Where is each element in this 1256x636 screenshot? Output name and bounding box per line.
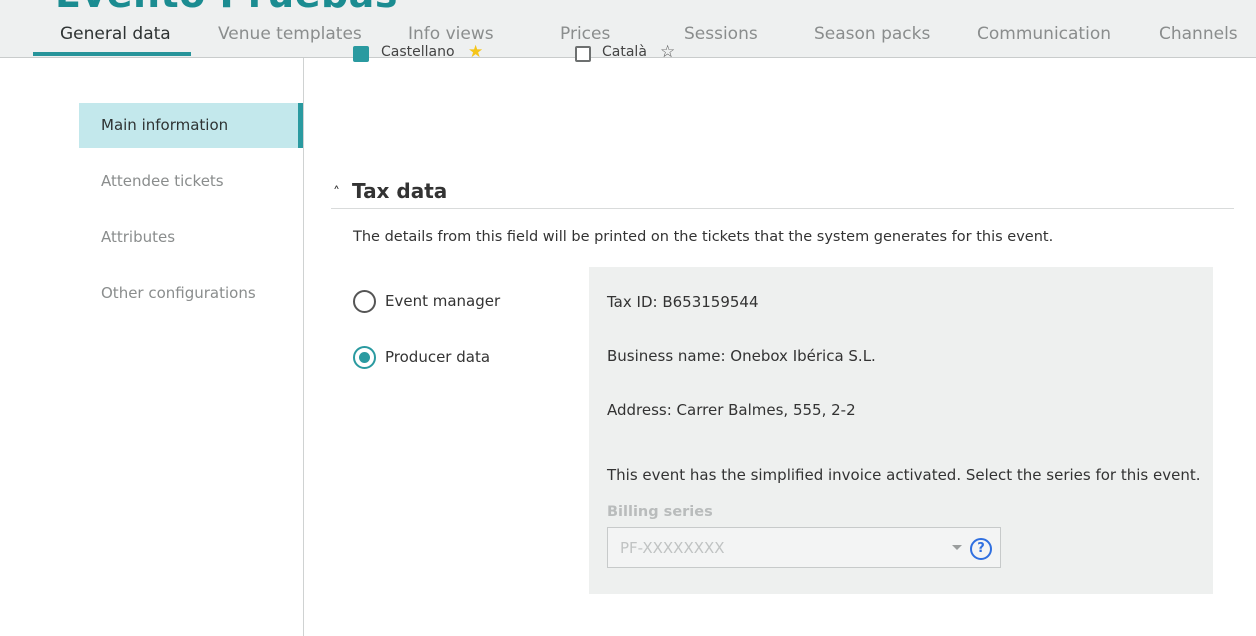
section-divider [331,208,1234,209]
address-text: Address: Carrer Balmes, 555, 2-2 [607,401,856,419]
chevron-up-icon[interactable]: ˄ [333,185,340,201]
caret-down-icon[interactable] [952,545,962,550]
billing-series-select[interactable]: PF-XXXXXXXX ? [607,527,1001,568]
tab-venue-templates[interactable]: Venue templates [218,24,362,44]
outline-star-icon[interactable]: ☆ [660,44,675,61]
section-title-tax-data[interactable]: Tax data [352,179,447,203]
business-name-text: Business name: Onebox Ibérica S.L. [607,347,876,365]
language-checkbox-catala[interactable] [575,46,591,62]
sidebar-item-other-configurations[interactable]: Other configurations [79,271,303,316]
filled-star-icon[interactable]: ★ [468,44,483,61]
active-tab-indicator [33,52,191,56]
sidebar-item-attributes[interactable]: Attributes [79,215,303,260]
radio-label-event-manager[interactable]: Event manager [385,292,500,310]
tab-channels[interactable]: Channels [1159,24,1238,44]
tab-communication[interactable]: Communication [977,24,1111,44]
radio-producer-data[interactable] [353,346,376,369]
language-label-castellano: Castellano [381,44,455,60]
tax-description: The details from this field will be prin… [353,229,1054,245]
language-checkbox-castellano[interactable] [353,46,369,62]
tab-general-data[interactable]: General data [60,24,171,44]
billing-series-placeholder: PF-XXXXXXXX [620,539,725,557]
tab-prices[interactable]: Prices [560,24,610,44]
producer-data-panel: Tax ID: B653159544 Business name: Onebox… [589,267,1213,594]
tab-sessions[interactable]: Sessions [684,24,758,44]
sidebar-item-attendee-tickets[interactable]: Attendee tickets [79,159,303,204]
radio-label-producer-data[interactable]: Producer data [385,348,490,366]
radio-event-manager[interactable] [353,290,376,313]
tab-info-views[interactable]: Info views [408,24,494,44]
tax-id-text: Tax ID: B653159544 [607,293,759,311]
radio-selected-dot [359,352,370,363]
page-title: Evento Pruebas [55,0,398,16]
sidebar-divider [303,58,304,636]
simplified-invoice-note: This event has the simplified invoice ac… [607,466,1201,484]
billing-series-label: Billing series [607,504,713,520]
language-label-catala: Català [602,44,647,60]
sidebar-item-main-information[interactable]: Main information [79,103,303,148]
tab-season-packs[interactable]: Season packs [814,24,930,44]
help-icon[interactable]: ? [970,538,992,560]
